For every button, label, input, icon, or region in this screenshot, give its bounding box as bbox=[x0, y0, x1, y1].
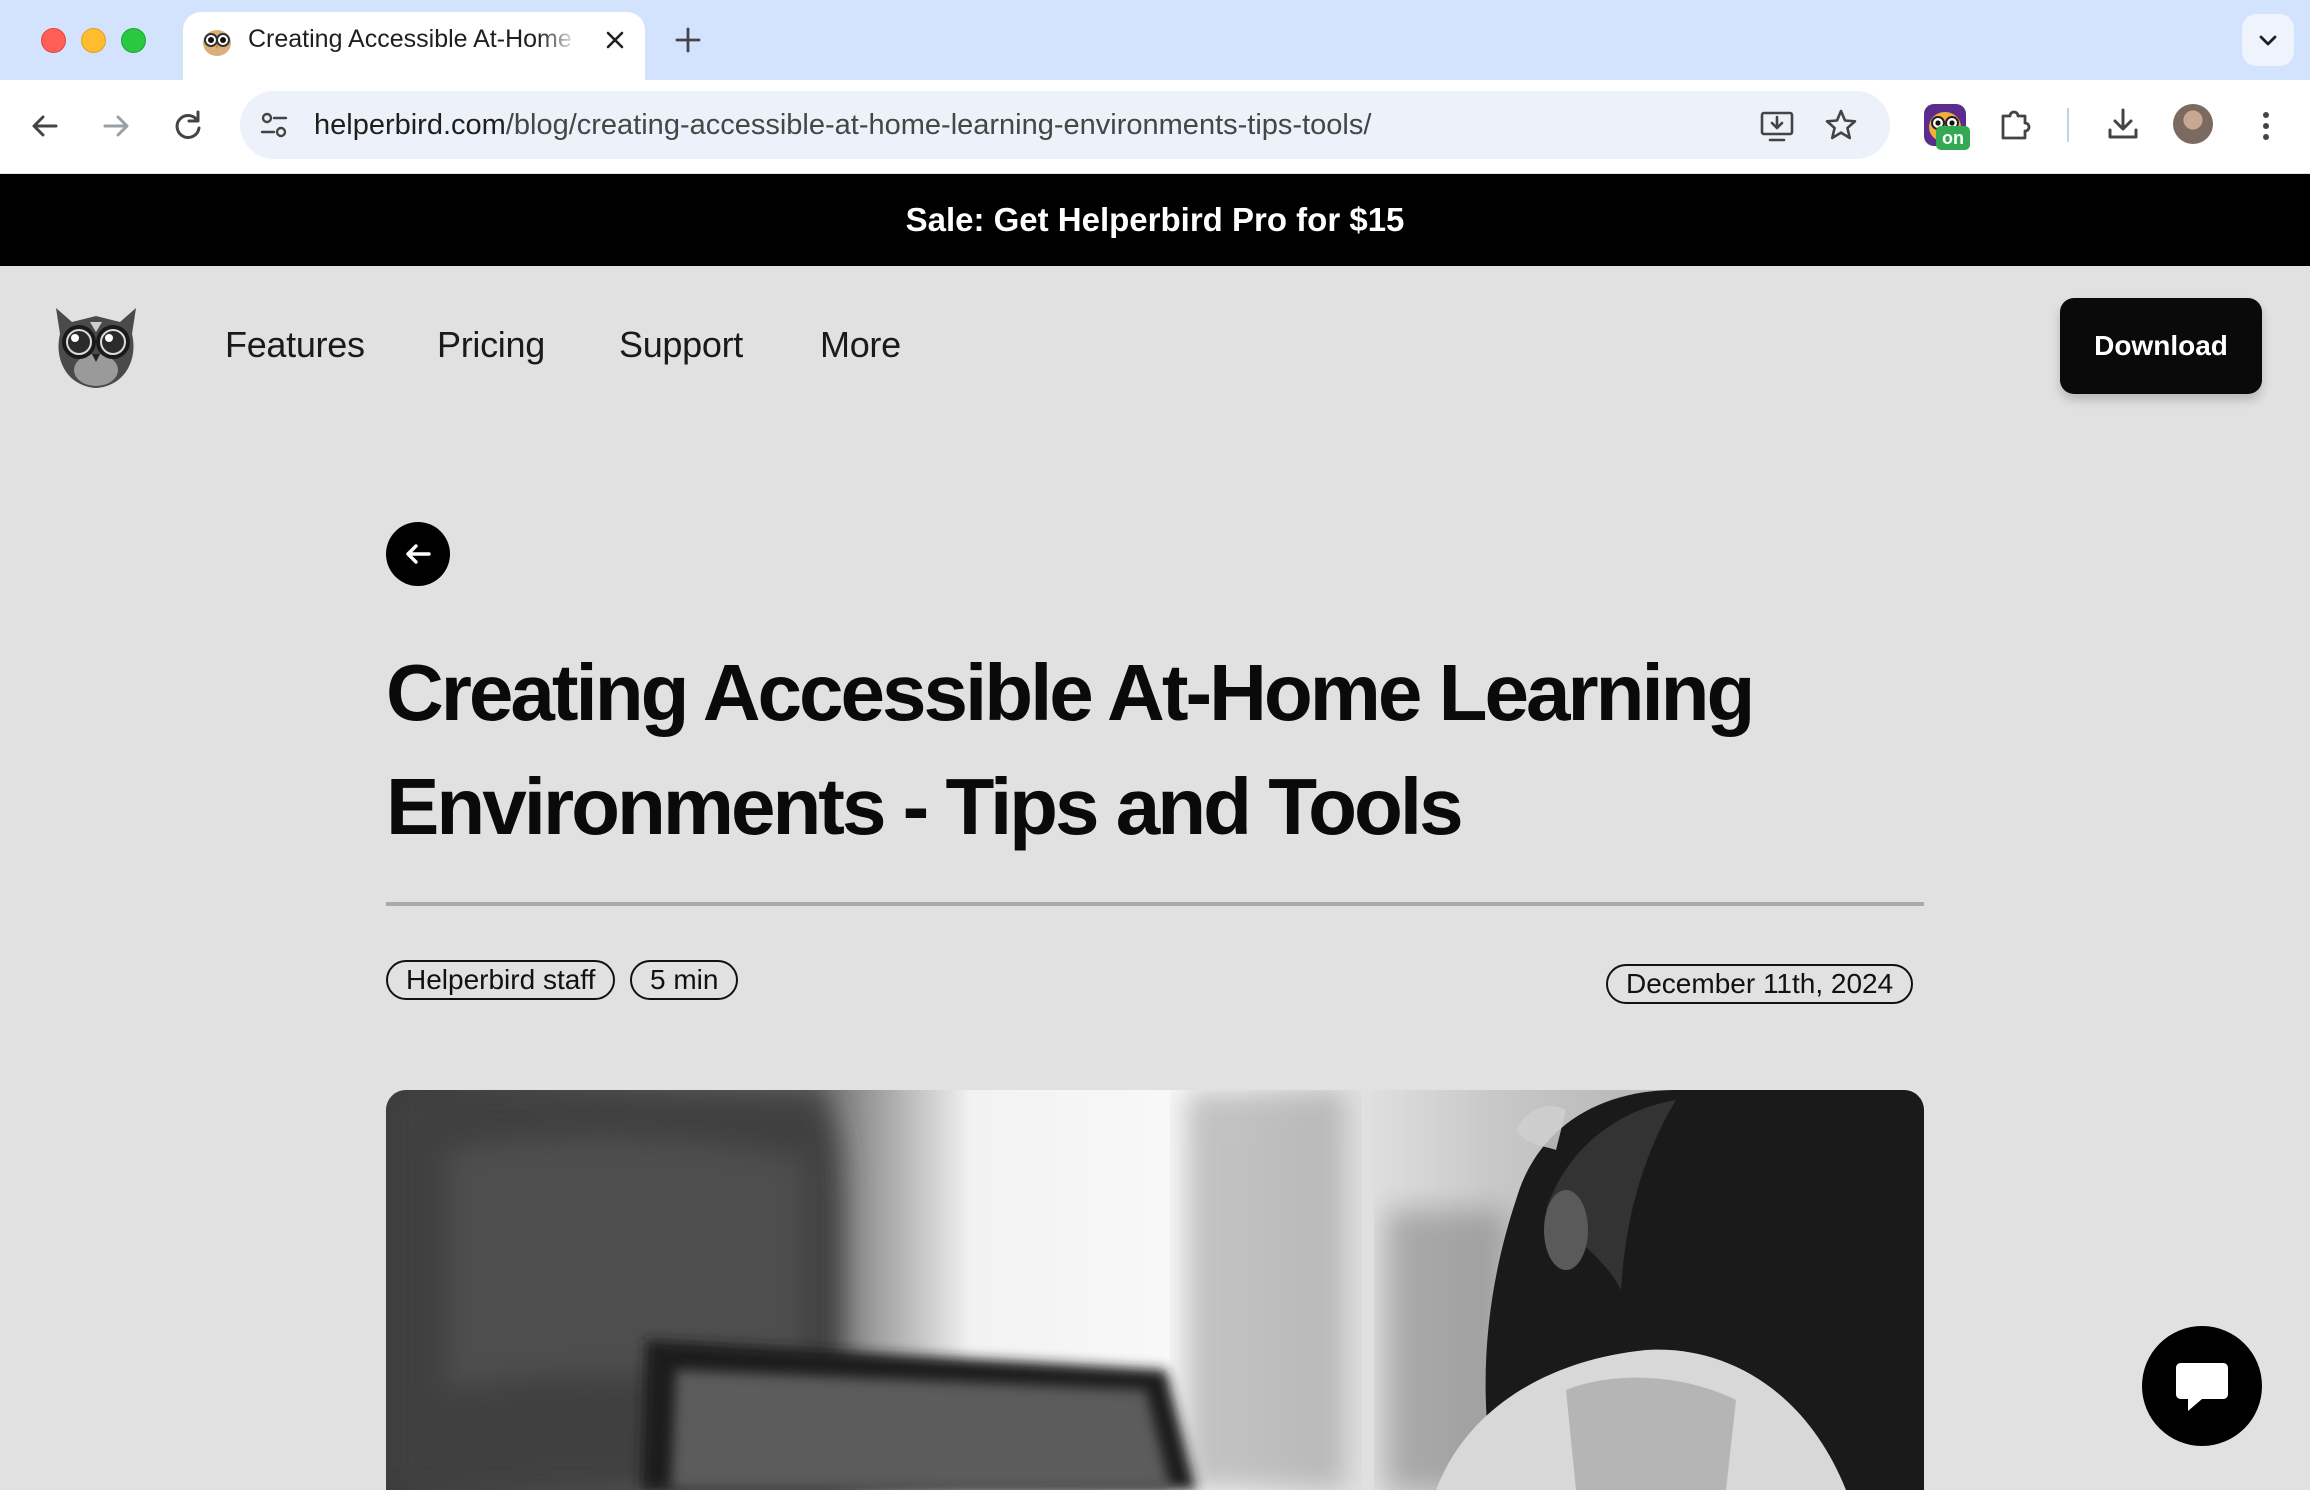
plus-icon[interactable] bbox=[672, 24, 704, 56]
chat-icon bbox=[2176, 1363, 2228, 1411]
read-time-badge: 5 min bbox=[630, 960, 739, 1000]
browser-tab-bar: Creating Accessible At-Home Learning Env… bbox=[0, 0, 2310, 80]
kebab-menu-icon[interactable] bbox=[2248, 106, 2284, 146]
owl-logo-icon[interactable] bbox=[46, 298, 146, 394]
browser-toolbar: helperbird.com/blog/creating-accessible-… bbox=[0, 80, 2310, 174]
chevron-down-icon bbox=[2259, 35, 2277, 46]
site-info-icon[interactable] bbox=[257, 108, 291, 142]
back-button[interactable] bbox=[386, 522, 450, 586]
page-title-line-1: Creating Accessible At-Home Learning bbox=[386, 648, 1755, 737]
browser-tab-active[interactable]: Creating Accessible At-Home Learning Env… bbox=[183, 12, 645, 80]
site-header: Features Pricing Support More Download bbox=[0, 266, 2310, 426]
address-bar[interactable]: helperbird.com/blog/creating-accessible-… bbox=[240, 91, 1890, 159]
tab-search-button[interactable] bbox=[2242, 14, 2294, 66]
url-path: /blog/creating-accessible-at-home-learni… bbox=[505, 109, 1372, 141]
url-host: helperbird.com bbox=[314, 109, 506, 141]
close-icon[interactable] bbox=[603, 28, 627, 52]
url-text[interactable]: helperbird.com/blog/creating-accessible-… bbox=[314, 109, 1371, 142]
forward-arrow-icon[interactable] bbox=[96, 106, 136, 146]
download-button[interactable]: Download bbox=[2060, 298, 2262, 394]
sale-banner[interactable]: Sale: Get Helperbird Pro for $15 bbox=[0, 174, 2310, 266]
extension-status-badge: on bbox=[1936, 126, 1970, 150]
page-title: Creating Accessible At-Home Learning Env… bbox=[386, 636, 1926, 864]
owl-favicon-icon bbox=[203, 30, 231, 56]
hero-photo bbox=[386, 1090, 1924, 1490]
avatar[interactable] bbox=[2173, 104, 2213, 144]
maximize-window-button[interactable] bbox=[121, 28, 146, 53]
arrow-left-icon bbox=[406, 544, 431, 564]
page-title-line-2: Environments - Tips and Tools bbox=[386, 762, 1464, 851]
author-badge: Helperbird staff bbox=[386, 960, 616, 1000]
title-divider bbox=[386, 902, 1924, 906]
hero-image bbox=[386, 1090, 1924, 1490]
puzzle-icon[interactable] bbox=[1995, 104, 2035, 144]
toolbar-separator bbox=[2067, 108, 2069, 142]
nav-link-support[interactable]: Support bbox=[619, 324, 743, 366]
nav-link-pricing[interactable]: Pricing bbox=[437, 324, 545, 366]
nav-link-more[interactable]: More bbox=[820, 324, 901, 366]
close-window-button[interactable] bbox=[41, 28, 66, 53]
tab-title: Creating Accessible At-Home Learning Env… bbox=[248, 25, 578, 53]
chat-widget-button[interactable] bbox=[2142, 1326, 2262, 1446]
star-icon[interactable] bbox=[1823, 107, 1859, 143]
install-app-icon[interactable] bbox=[1758, 107, 1796, 145]
download-icon[interactable] bbox=[2103, 104, 2143, 144]
minimize-window-button[interactable] bbox=[81, 28, 106, 53]
nav-link-features[interactable]: Features bbox=[225, 324, 365, 366]
reload-icon[interactable] bbox=[168, 106, 208, 146]
date-badge: December 11th, 2024 bbox=[1606, 964, 1914, 1004]
back-arrow-icon[interactable] bbox=[25, 106, 65, 146]
